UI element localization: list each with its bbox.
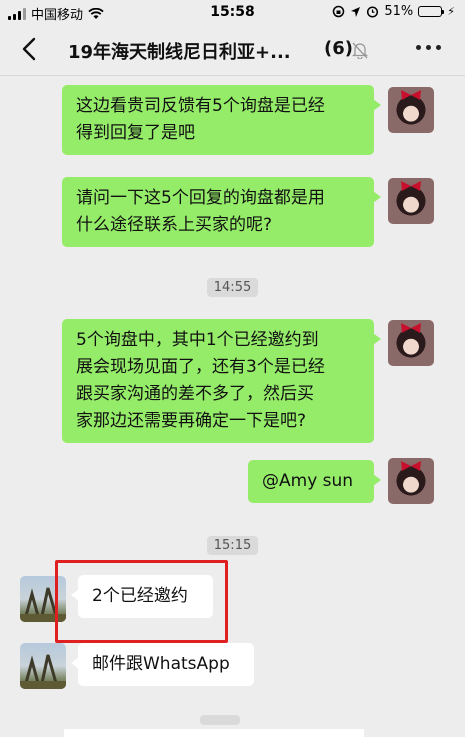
message-text: @Amy sun (262, 471, 354, 491)
message-text: 家那边还需要再确定一下是吧? (76, 411, 307, 431)
timestamp: 15:15 (0, 534, 465, 555)
message-bubble[interactable]: 请问一下这5个回复的询盘都是用 什么途径联系上买家的呢? (62, 177, 381, 247)
message-text: 跟买家沟通的差不多了，然后买 (76, 384, 314, 404)
battery-icon (418, 6, 445, 17)
message-bubble[interactable]: @Amy sun (248, 460, 381, 503)
message-bubble[interactable]: 这边看贵司反馈有5个询盘是已经 得到回复了是吧 (62, 85, 381, 155)
timestamp-partial (200, 715, 240, 725)
alarm-icon (367, 6, 379, 18)
chat-area[interactable]: 这边看贵司反馈有5个询盘是已经 得到回复了是吧 请问一下这5个回复的询盘都是用 … (0, 77, 465, 737)
charging-icon: ⚡ (447, 5, 455, 18)
message-bubble[interactable]: 5个询盘中，其中1个已经邀约到 展会现场见面了，还有3个是已经 跟买家沟通的差不… (62, 319, 381, 443)
member-count: (6) (324, 38, 353, 59)
group-title: 19年海天制线尼日利亚+... (68, 42, 291, 63)
message-text: 得到回复了是吧 (76, 123, 195, 143)
my-avatar[interactable] (388, 178, 434, 224)
contact-avatar[interactable] (20, 643, 66, 689)
location-icon (351, 6, 361, 17)
rotation-lock-icon (333, 5, 345, 18)
more-icon[interactable] (416, 45, 441, 50)
back-arrow-icon[interactable] (14, 34, 44, 64)
message-text: 邮件跟WhatsApp (92, 654, 230, 674)
message-text: 什么途径联系上买家的呢? (76, 215, 273, 235)
my-avatar[interactable] (388, 320, 434, 366)
message-bubble-partial (64, 729, 364, 737)
my-avatar[interactable] (388, 458, 434, 504)
message-text: 展会现场见面了，还有3个是已经 (76, 357, 325, 377)
message-text: 5个询盘中，其中1个已经邀约到 (76, 330, 319, 350)
chat-header: 19年海天制线尼日利亚+... (6) (0, 24, 465, 76)
battery-percent: 51% (384, 4, 414, 19)
mute-bell-icon (352, 42, 368, 59)
message-bubble[interactable]: 邮件跟WhatsApp (71, 643, 254, 686)
my-avatar[interactable] (388, 87, 434, 133)
highlight-box (55, 560, 228, 643)
timestamp: 14:55 (0, 276, 465, 297)
message-text: 请问一下这5个回复的询盘都是用 (76, 188, 325, 208)
message-text: 这边看贵司反馈有5个询盘是已经 (76, 96, 325, 116)
status-bar: 中国移动 15:58 51% ⚡ (0, 0, 465, 24)
